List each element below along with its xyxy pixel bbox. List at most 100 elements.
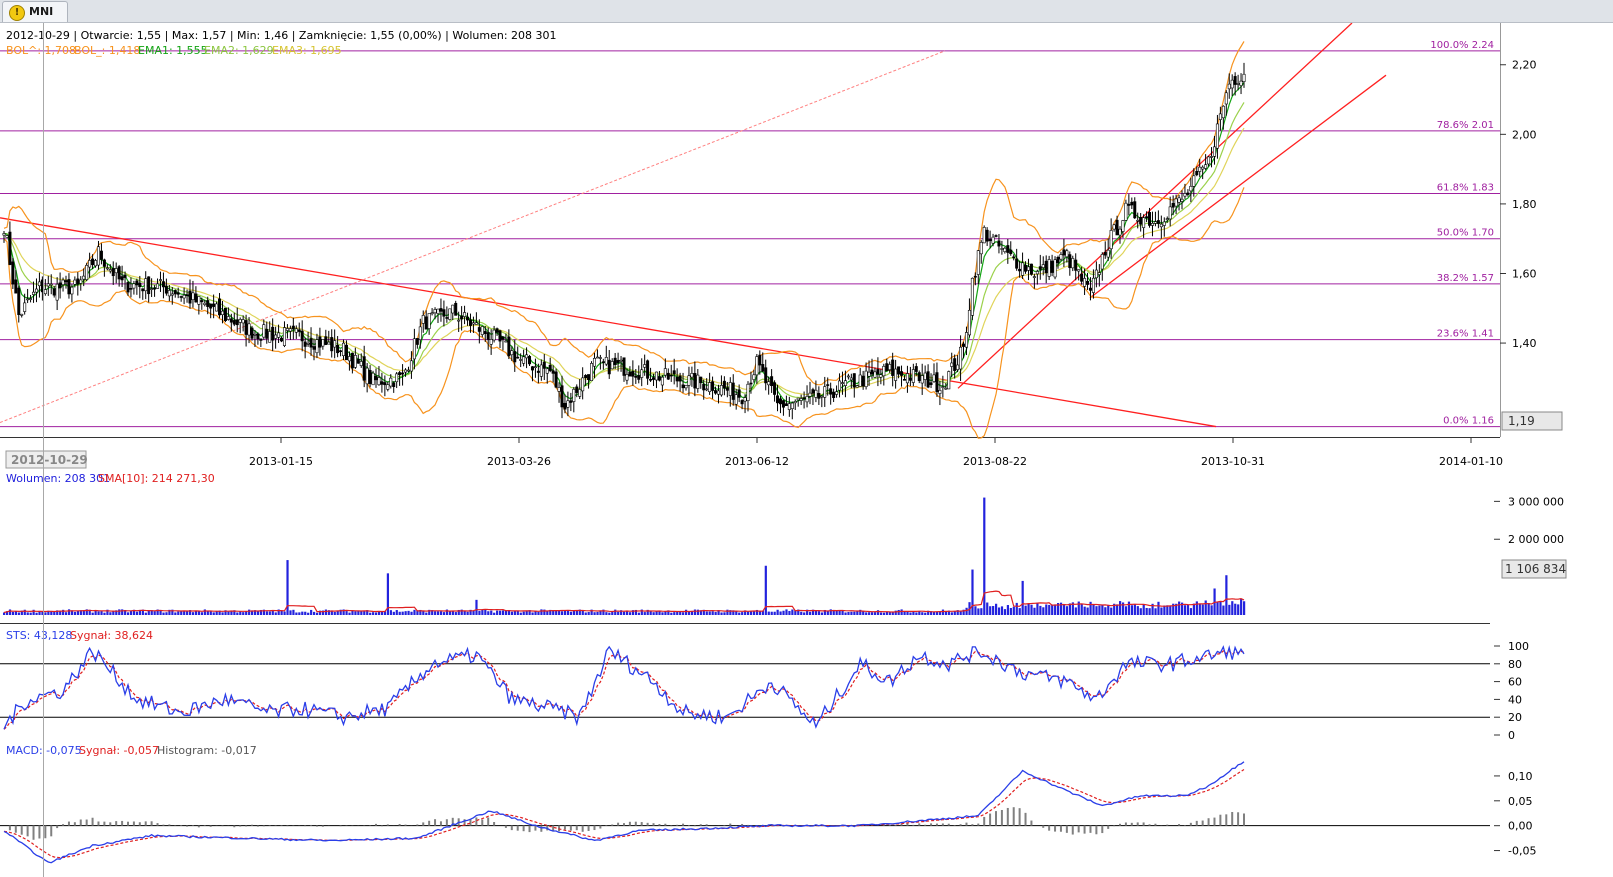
volume-bar [268,611,271,615]
volume-bar [162,612,165,615]
date-tick-label: 2013-01-15 [249,455,313,468]
volume-bar [484,609,487,615]
volume-bar [693,609,697,615]
macd-histogram-bar [935,823,938,826]
volume-bar [879,612,883,615]
fib-label: 100.0% 2.24 [1430,40,1494,51]
volume-bar [369,612,372,615]
candle-body [914,366,918,372]
candle-body [315,339,319,354]
macd-tick-label: 0,00 [1508,820,1533,833]
volume-bar [767,611,770,615]
macd-histogram-bar [321,825,324,827]
candle-body [259,338,263,341]
macd-histogram-bar [197,825,200,828]
candle-body [1026,266,1030,271]
candle-body [536,370,540,373]
volume-bar [206,611,209,615]
macd-histogram-bar [522,825,525,832]
volume-bar [906,612,909,615]
volume-bar [463,611,466,615]
volume-bar [407,610,410,615]
candle-body [941,386,945,388]
candle-body [285,328,289,331]
candle-body [401,372,405,375]
volume-bar [847,611,850,615]
candle-body [1091,277,1095,293]
volume-bar [292,609,295,615]
sts-tick-label: 40 [1508,693,1522,706]
fib-label: 0.0% 1.16 [1443,416,1494,427]
volume-bar [1051,604,1054,615]
date-tick-label: 2013-10-31 [1201,455,1265,468]
volume-bar [112,611,115,615]
volume-bar [519,612,522,615]
volume-bar [803,612,806,615]
volume-bar [758,611,762,615]
candle-body [725,387,729,391]
macd-histogram-bar [1201,820,1204,826]
volume-bar [776,609,779,615]
tab-mni[interactable]: ! MNI [2,1,68,22]
candle-body [1192,175,1196,187]
candle-body [274,334,278,339]
volume-bar [307,612,310,615]
macd-histogram-bar [947,823,950,826]
volume-bar [865,612,868,615]
price-panel: 100.0% 2.24 78.6% 2.01 61.8% 1.83 50.0% 1.7… [0,23,1563,439]
fib-label: 38.2% 1.57 [1437,273,1494,284]
chart-area[interactable]: 100.0% 2.24 78.6% 2.01 61.8% 1.83 50.0% 1.7… [0,23,1613,877]
macd-histogram-bar [91,817,94,826]
macd-histogram-bar [900,824,903,826]
volume-bar [779,611,782,615]
volume-bar [1169,606,1172,615]
sma-label: SMA[10]: 214 271,30 [98,472,215,485]
candle-body [799,398,803,401]
macd-histogram-bar [989,813,992,826]
candle-body [894,368,898,381]
volume-bar [377,611,381,615]
candle-body [1174,198,1178,207]
price-info-line: 2012-10-29 | Otwarcie: 1,55 | Max: 1,57 … [6,29,557,42]
volume-bar [643,612,646,615]
candle-body [861,375,865,387]
candle-body [404,369,408,373]
volume-bar [791,609,794,615]
volume-bar [685,609,688,615]
candle-body [690,373,694,378]
macd-histogram-bar [930,823,933,826]
volume-bar [909,612,912,615]
volume-bar [749,611,753,615]
volume-bar [992,606,995,615]
volume-bar [475,599,478,615]
macd-panel: -0,050,000,050,10 MACD: -0,075 Sygnał: -… [0,744,1536,864]
candle-body [970,277,974,316]
candle-body [463,312,467,317]
candle-body [569,400,573,403]
volume-bar [1186,604,1190,615]
date-tick-label: 2014-01-10 [1439,455,1503,468]
candle-body [167,290,171,297]
candle-body [1088,287,1092,291]
candle-body [359,361,363,366]
candle-body [235,319,239,326]
candle-body [1074,259,1078,271]
candle-body [947,371,951,390]
candle-body [1230,79,1234,89]
candle-body [528,356,532,365]
candle-body [150,288,154,290]
candle [223,307,227,323]
macd-histogram-bar [428,820,431,826]
candle-body [675,376,679,382]
volume-bar [770,611,773,615]
candle-body [1062,249,1066,256]
macd-histogram-bar [699,824,702,826]
candle-body [1050,260,1054,273]
macd-histogram-bar [144,821,147,826]
macd-histogram-bar [1207,818,1210,826]
volume-bar [1204,600,1207,615]
volume-bar [655,611,658,615]
macd-histogram-bar [14,825,17,833]
volume-bar [283,611,286,615]
volume-bar [531,612,534,615]
